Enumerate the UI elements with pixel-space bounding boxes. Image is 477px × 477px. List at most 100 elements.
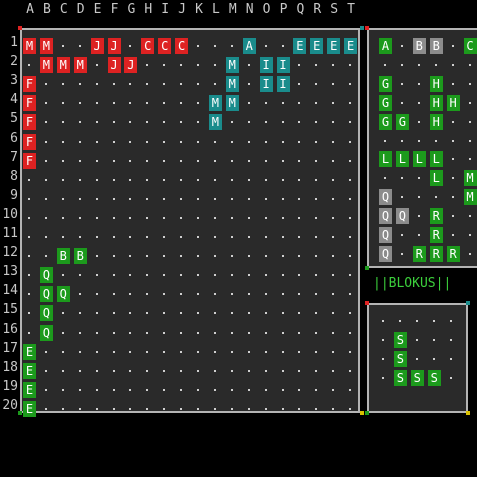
empty-cell-dot[interactable] [112,83,115,86]
empty-cell-dot[interactable] [332,178,335,181]
empty-cell-dot[interactable] [298,83,301,86]
empty-cell-dot[interactable] [382,320,384,322]
empty-cell-dot[interactable] [129,369,132,372]
empty-cell-dot[interactable] [247,388,250,391]
empty-cell-dot[interactable] [129,236,132,238]
empty-cell-dot[interactable] [146,64,149,67]
empty-cell-dot[interactable] [349,121,352,124]
piece-cell[interactable]: C [175,38,189,54]
empty-cell-dot[interactable] [432,358,435,360]
empty-cell-dot[interactable] [247,159,250,162]
empty-cell-dot[interactable] [95,197,98,200]
empty-cell-dot[interactable] [180,407,183,410]
empty-cell-dot[interactable] [129,102,132,105]
empty-cell-dot[interactable] [315,140,318,143]
empty-cell-dot[interactable] [230,178,233,181]
empty-cell-dot[interactable] [95,369,98,372]
empty-cell-dot[interactable] [129,159,132,162]
empty-cell-dot[interactable] [129,216,132,219]
empty-cell-dot[interactable] [332,407,335,410]
empty-cell-dot[interactable] [78,236,81,238]
empty-cell-dot[interactable] [451,215,454,218]
piece-preview-grid[interactable]: SSSSS [365,301,470,415]
empty-cell-dot[interactable] [129,312,132,315]
empty-cell-dot[interactable] [281,293,284,296]
empty-cell-dot[interactable] [449,320,452,322]
empty-cell-dot[interactable] [213,197,216,200]
empty-cell-dot[interactable] [213,83,216,86]
empty-cell-dot[interactable] [332,140,335,143]
empty-cell-dot[interactable] [146,312,149,315]
empty-cell-dot[interactable] [315,255,318,258]
empty-cell-dot[interactable] [95,102,98,105]
empty-cell-dot[interactable] [230,312,233,315]
empty-cell-dot[interactable] [468,252,471,255]
piece-cell[interactable]: C [158,38,172,54]
empty-cell-dot[interactable] [349,350,352,353]
empty-cell-dot[interactable] [44,197,47,200]
empty-cell-dot[interactable] [78,197,81,200]
empty-cell-dot[interactable] [315,388,318,391]
empty-cell-dot[interactable] [112,216,115,219]
empty-cell-dot[interactable] [332,121,335,124]
empty-cell-dot[interactable] [451,120,454,123]
empty-cell-dot[interactable] [61,159,64,162]
empty-cell-dot[interactable] [315,64,318,67]
empty-cell-dot[interactable] [197,312,199,315]
empty-cell-dot[interactable] [247,236,250,238]
empty-cell-dot[interactable] [332,83,335,86]
empty-cell-dot[interactable] [197,388,199,391]
empty-cell-dot[interactable] [247,274,250,277]
empty-cell-dot[interactable] [61,388,64,391]
empty-cell-dot[interactable] [197,159,199,162]
empty-cell-dot[interactable] [78,350,81,353]
empty-cell-dot[interactable] [146,102,149,105]
empty-cell-dot[interactable] [112,159,115,162]
empty-cell-dot[interactable] [349,388,352,391]
empty-cell-dot[interactable] [468,120,471,123]
piece-cell[interactable]: R [429,208,443,225]
empty-cell-dot[interactable] [95,178,98,181]
empty-cell-dot[interactable] [95,140,98,143]
empty-cell-dot[interactable] [197,178,199,181]
empty-cell-dot[interactable] [146,236,149,238]
empty-cell-dot[interactable] [384,63,386,66]
empty-cell-dot[interactable] [451,158,454,161]
empty-cell-dot[interactable] [197,102,199,105]
empty-cell-dot[interactable] [129,350,132,353]
empty-cell-dot[interactable] [349,216,352,219]
empty-cell-dot[interactable] [163,388,166,391]
empty-cell-dot[interactable] [349,255,352,258]
empty-cell-dot[interactable] [213,45,216,47]
piece-cell[interactable]: M [73,57,87,74]
empty-cell-dot[interactable] [61,350,64,353]
piece-cell[interactable]: Q [56,286,70,303]
empty-cell-dot[interactable] [213,331,216,334]
empty-cell-dot[interactable] [129,140,132,143]
empty-cell-dot[interactable] [78,102,81,105]
empty-cell-dot[interactable] [281,407,284,410]
empty-cell-dot[interactable] [264,236,267,238]
piece-cell[interactable]: L [395,151,409,168]
empty-cell-dot[interactable] [281,369,284,372]
empty-cell-dot[interactable] [61,312,64,315]
empty-cell-dot[interactable] [28,64,30,67]
empty-cell-dot[interactable] [112,331,115,334]
empty-cell-dot[interactable] [146,350,149,353]
empty-cell-dot[interactable] [146,159,149,162]
empty-cell-dot[interactable] [281,197,284,200]
empty-cell-dot[interactable] [315,197,318,200]
empty-cell-dot[interactable] [28,255,30,258]
empty-cell-dot[interactable] [163,102,166,105]
empty-cell-dot[interactable] [230,407,233,410]
piece-cell[interactable]: B [429,38,443,54]
empty-cell-dot[interactable] [281,312,284,315]
piece-cell[interactable]: F [23,152,36,169]
empty-cell-dot[interactable] [315,121,318,124]
empty-cell-dot[interactable] [468,82,471,85]
empty-cell-dot[interactable] [247,64,250,67]
empty-cell-dot[interactable] [61,45,64,47]
empty-cell-dot[interactable] [197,216,199,219]
piece-cell[interactable]: Q [39,324,53,341]
empty-cell-dot[interactable] [163,178,166,181]
